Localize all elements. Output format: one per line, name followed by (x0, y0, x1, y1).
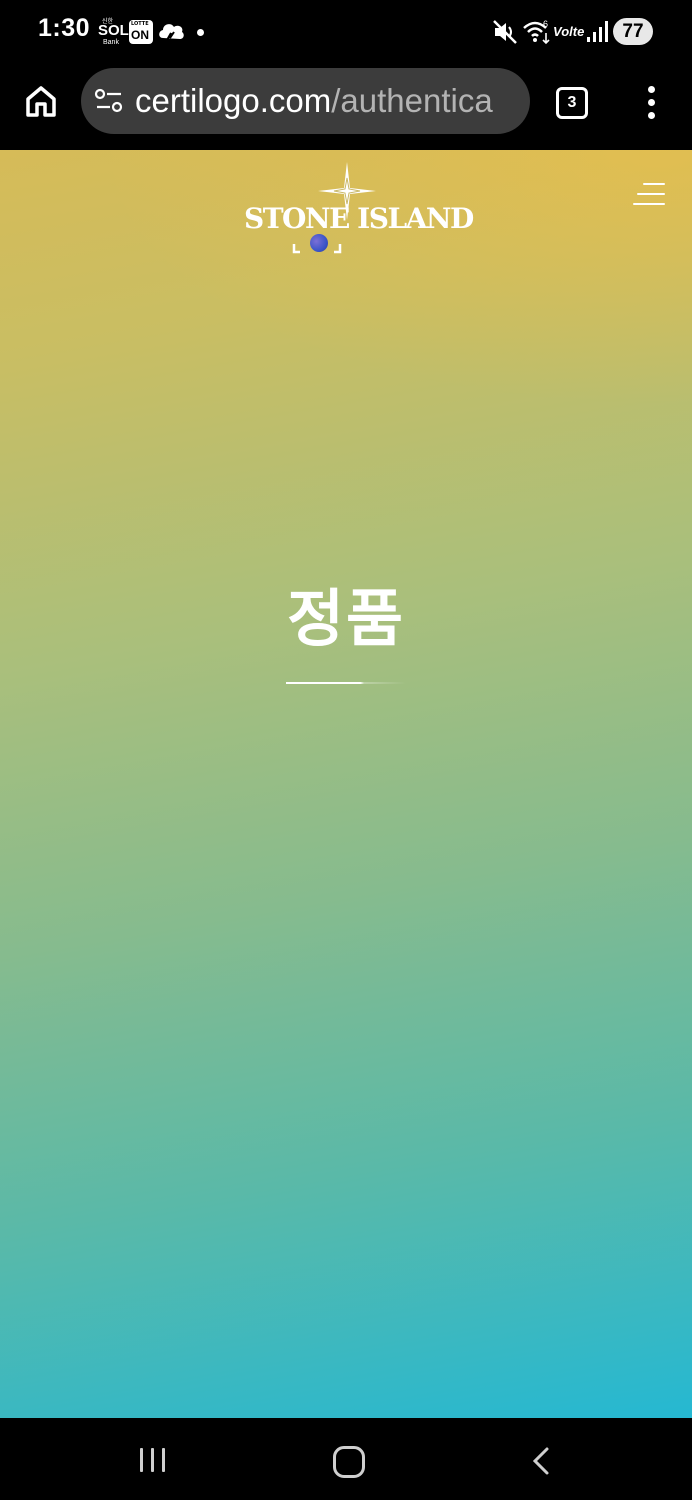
more-vert-icon[interactable] (641, 86, 663, 120)
signal-icon (587, 21, 608, 42)
svg-text:6: 6 (543, 19, 548, 29)
scan-frame-icon (292, 244, 342, 254)
status-bar: 1:30 신한 SOL Bank LOTTE ON 6 Volte 77 (0, 0, 692, 64)
status-time: 1:30 (38, 14, 91, 42)
sol-bank-main-label: SOL (98, 22, 129, 39)
sol-bank-icon: 신한 SOL Bank (98, 17, 129, 47)
brand-logo[interactable]: STONE ISLAND (244, 160, 474, 264)
home-icon[interactable] (24, 84, 58, 118)
lotte-on-top-label: LOTTE (131, 21, 149, 27)
battery-icon: 77 (613, 18, 653, 45)
url-path: /authentica (331, 82, 493, 119)
system-navigation-bar (0, 1418, 692, 1500)
address-bar[interactable]: certilogo.com/authentica (81, 68, 530, 134)
page-content: STONE ISLAND 정품 (0, 150, 692, 1418)
sol-bank-sub-label: Bank (103, 39, 119, 46)
lotte-on-main-label: ON (131, 28, 149, 42)
brand-name: STONE ISLAND (244, 202, 474, 235)
cloud-icon (159, 24, 184, 41)
volte-label: Volte (553, 24, 585, 39)
menu-hamburger-icon[interactable] (633, 183, 665, 207)
url-text[interactable]: certilogo.com/authentica (135, 82, 493, 120)
lotte-on-icon: LOTTE ON (129, 20, 153, 44)
site-settings-icon[interactable] (94, 88, 124, 114)
browser-toolbar: certilogo.com/authentica 3 (0, 64, 692, 150)
result-divider (286, 682, 406, 684)
recents-icon[interactable] (140, 1448, 166, 1472)
notification-dot-icon (197, 29, 204, 36)
authenticity-result-title: 정품 (286, 582, 406, 655)
mute-icon (493, 20, 517, 44)
back-icon[interactable] (530, 1446, 552, 1476)
url-domain: certilogo.com (135, 82, 332, 119)
home-circle-icon[interactable] (333, 1446, 365, 1478)
wifi-icon: 6 (523, 19, 550, 45)
tab-switcher-button[interactable]: 3 (556, 87, 588, 119)
